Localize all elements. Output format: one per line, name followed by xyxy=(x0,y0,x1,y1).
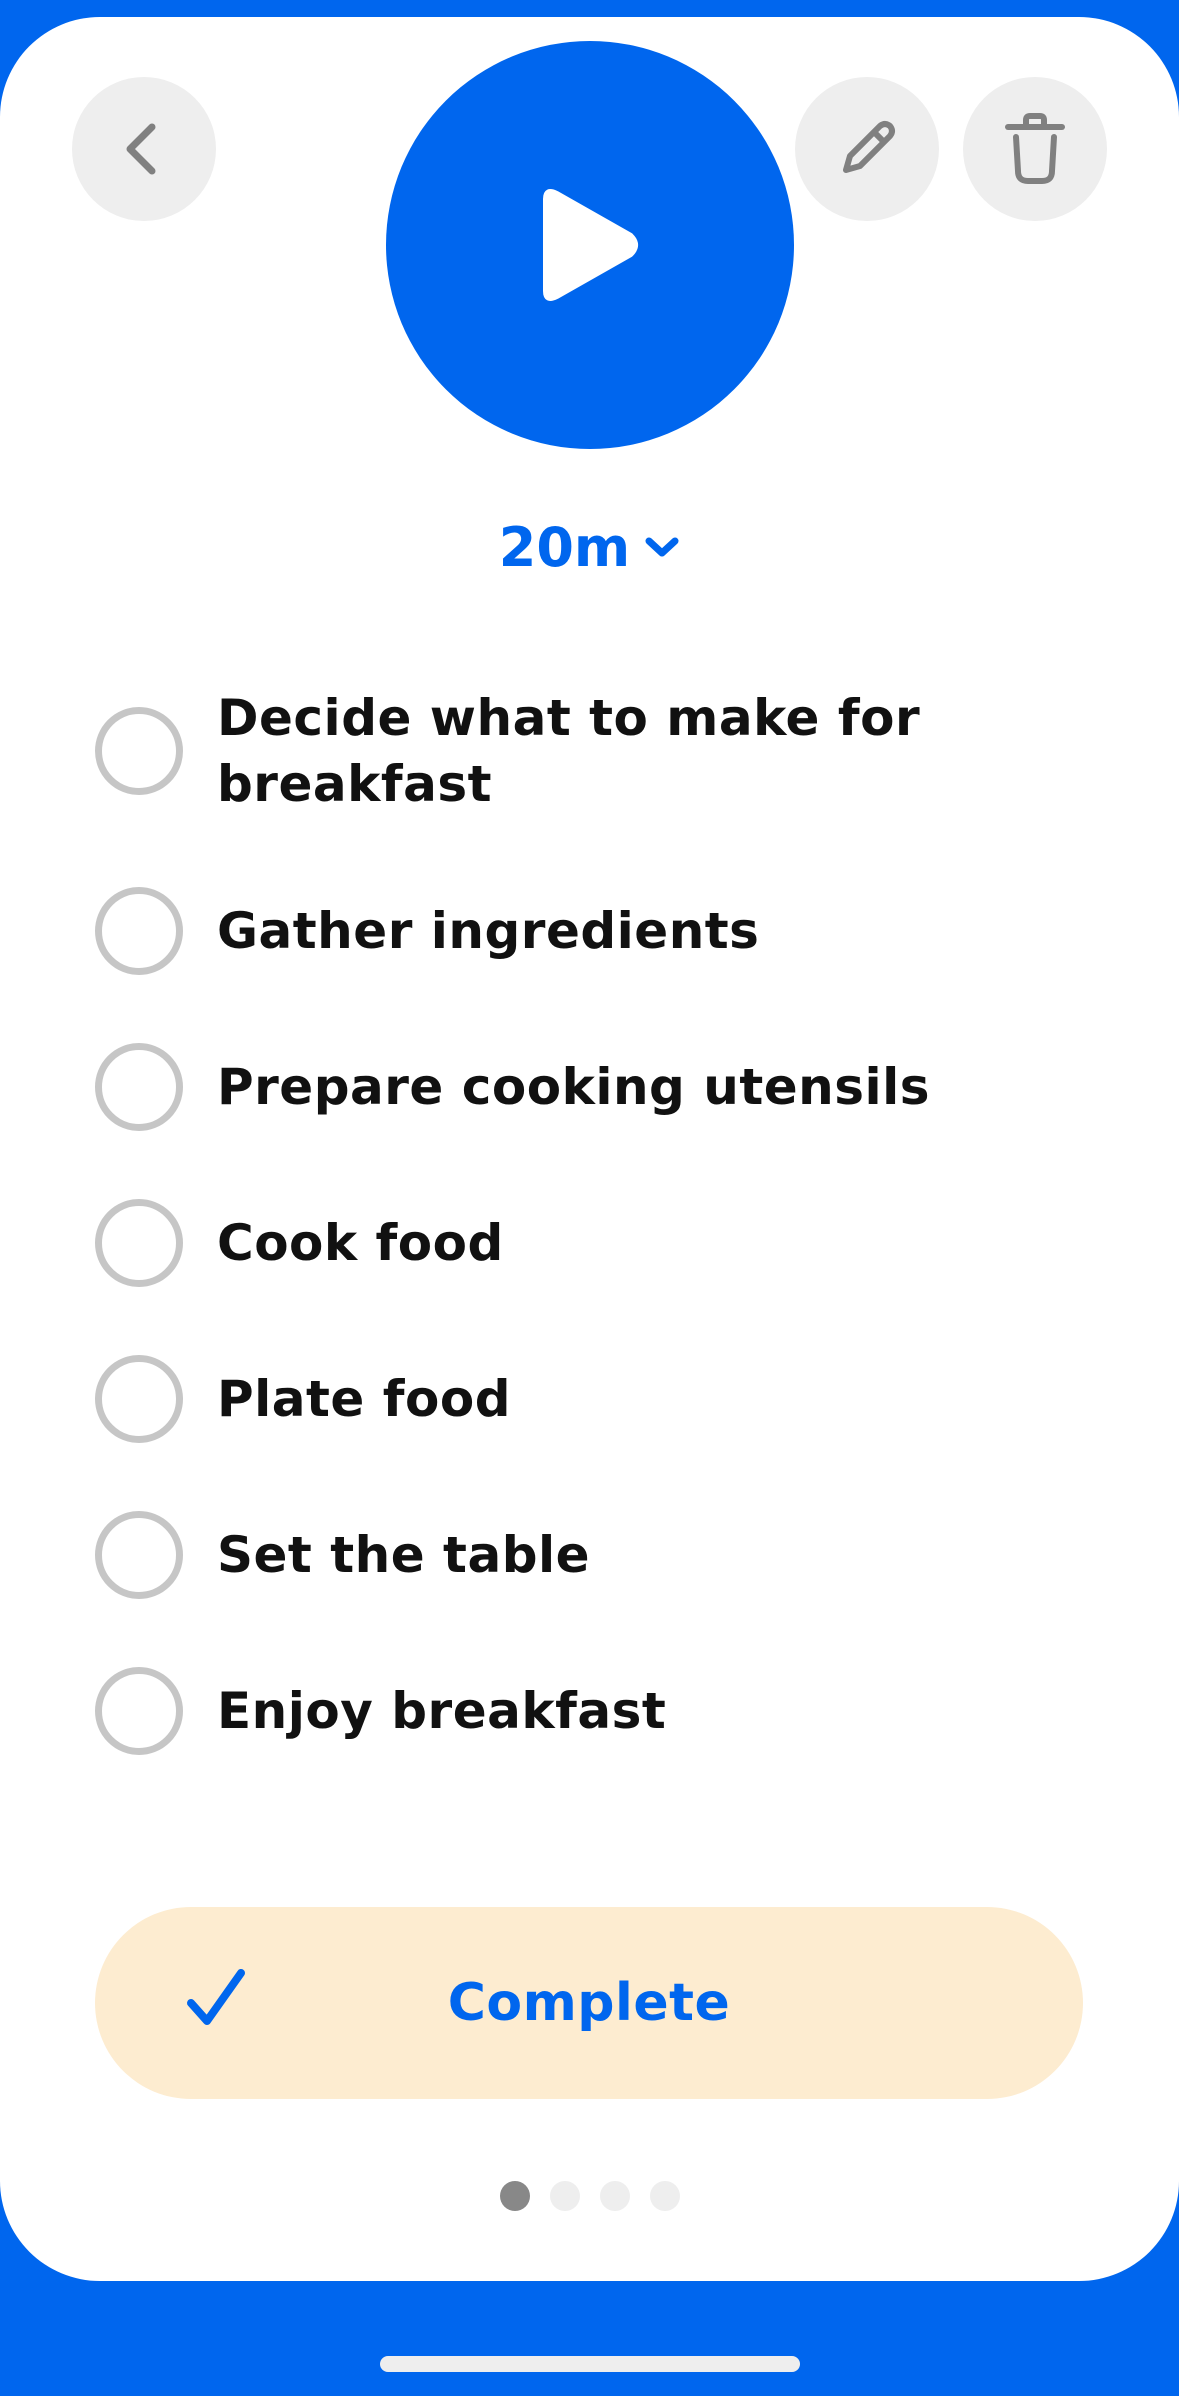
play-button[interactable] xyxy=(386,41,794,449)
task-detail-card: 20m Decide what to make for breakfast Ga… xyxy=(0,17,1179,2281)
task-item[interactable]: Plate food xyxy=(95,1355,1095,1443)
task-checkbox[interactable] xyxy=(95,1667,183,1755)
task-label: Enjoy breakfast xyxy=(217,1682,667,1740)
chevron-left-icon xyxy=(126,123,156,175)
task-label-line: Decide what to make for xyxy=(217,689,921,747)
task-item[interactable]: Enjoy breakfast xyxy=(95,1667,1095,1755)
page-dot[interactable] xyxy=(649,2181,680,2211)
task-checkbox[interactable] xyxy=(95,1199,183,1287)
task-label-line: breakfast xyxy=(217,755,493,813)
task-label: Prepare cooking utensils xyxy=(217,1058,931,1116)
pencil-icon xyxy=(843,121,895,173)
page-indicator xyxy=(0,2181,1179,2211)
task-item[interactable]: Cook food xyxy=(95,1199,1095,1287)
duration-selector[interactable]: 20m xyxy=(0,507,1179,587)
delete-button[interactable] xyxy=(963,77,1107,221)
complete-label: Complete xyxy=(447,1973,731,2033)
page-dot[interactable] xyxy=(599,2181,630,2211)
trash-icon xyxy=(1005,113,1065,184)
chevron-down-icon xyxy=(644,535,680,559)
duration-label: 20m xyxy=(498,515,631,579)
home-indicator[interactable] xyxy=(380,2356,800,2372)
task-label: Plate food xyxy=(217,1370,511,1428)
page-dot-active[interactable] xyxy=(499,2181,530,2211)
task-checkbox[interactable] xyxy=(95,887,183,975)
task-checkbox[interactable] xyxy=(95,1355,183,1443)
task-label: Gather ingredients xyxy=(217,902,760,960)
page-dot[interactable] xyxy=(549,2181,580,2211)
task-label: Cook food xyxy=(217,1214,504,1272)
back-button[interactable] xyxy=(72,77,216,221)
task-checkbox[interactable] xyxy=(95,1043,183,1131)
task-item[interactable]: Decide what to make for breakfast xyxy=(95,685,1095,817)
checkmark-icon xyxy=(187,1969,245,2025)
complete-button[interactable]: Complete xyxy=(95,1907,1083,2099)
task-label: Decide what to make for breakfast xyxy=(217,685,920,817)
task-item[interactable]: Prepare cooking utensils xyxy=(95,1043,1095,1131)
task-item[interactable]: Gather ingredients xyxy=(95,887,1095,975)
task-label: Set the table xyxy=(217,1526,591,1584)
play-icon xyxy=(543,189,638,301)
edit-button[interactable] xyxy=(795,77,939,221)
task-checkbox[interactable] xyxy=(95,707,183,795)
task-checkbox[interactable] xyxy=(95,1511,183,1599)
task-item[interactable]: Set the table xyxy=(95,1511,1095,1599)
